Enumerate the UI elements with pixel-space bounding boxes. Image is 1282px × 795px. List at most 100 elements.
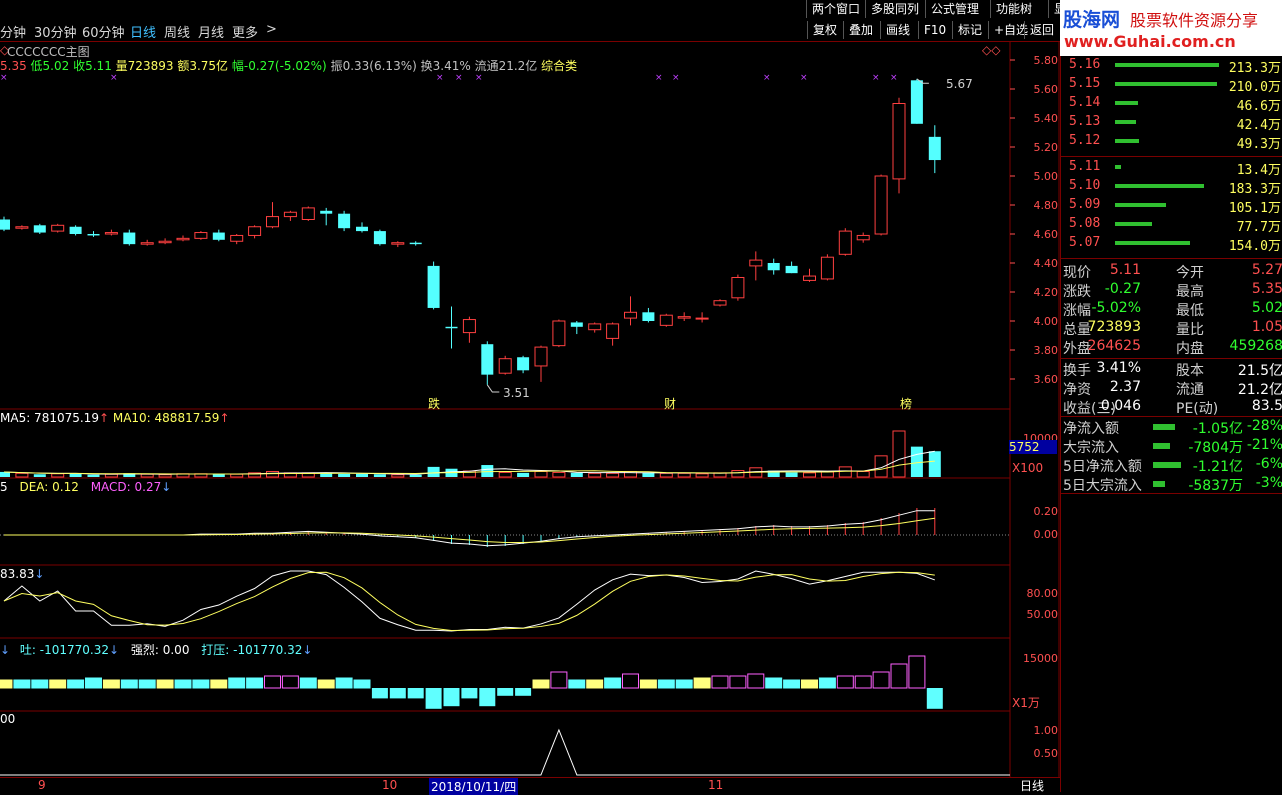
quote-value: 5.11: [1109, 262, 1141, 278]
ask-price: 5.14: [1069, 95, 1101, 110]
capital-flow-row[interactable]: 大宗流入 -7804万 -21%: [1061, 437, 1282, 456]
flow-value: -5837万: [1188, 478, 1243, 494]
candle-body-up: [176, 237, 190, 241]
restore-rights-button[interactable]: 复权: [807, 21, 842, 39]
ask-row[interactable]: 5.16 213.3万: [1061, 57, 1282, 76]
chevron-right-icon[interactable]: >: [266, 22, 277, 37]
signal-line: [0, 728, 1010, 776]
candle-body-up: [248, 226, 262, 236]
volume-bar-up: [15, 472, 29, 478]
quote-value: 5.35: [1251, 281, 1282, 297]
menu-multi-stock[interactable]: 多股同列: [865, 0, 925, 18]
candle-body-down: [910, 80, 923, 124]
candle-body-down: [517, 357, 530, 371]
candle-body-up: [552, 320, 566, 347]
info-amount: 额3.75亿: [177, 59, 229, 73]
y-tick: 5.00: [1033, 170, 1059, 183]
candle-body-up: [230, 234, 244, 242]
menu-two-windows[interactable]: 两个窗口: [806, 0, 866, 18]
quote-label: 涨幅: [1063, 303, 1091, 319]
bid-row[interactable]: 5.11 13.4万: [1061, 159, 1282, 178]
period-daily[interactable]: 日线: [130, 22, 156, 41]
volume-bar-up: [677, 472, 691, 478]
flow-bar: [407, 688, 424, 699]
quote-row: 外盘 264625 内盘 459268: [1061, 338, 1282, 357]
quote-label: 最低: [1176, 303, 1204, 319]
info-change: 幅-0.27(-5.02%): [231, 59, 327, 73]
quote-value: -0.27: [1104, 281, 1141, 297]
volume-bar-up: [803, 472, 816, 478]
ask-row[interactable]: 5.14 46.6万: [1061, 95, 1282, 114]
bid-row[interactable]: 5.07 154.0万: [1061, 235, 1282, 254]
candle-body-down: [373, 231, 386, 245]
event-marker-icon: ×: [455, 73, 463, 83]
period-weekly[interactable]: 周线: [164, 22, 190, 41]
flow-label: 净流入额: [1063, 421, 1119, 437]
period-min[interactable]: 分钟: [0, 22, 26, 41]
fundamental-value: 21.5亿: [1237, 363, 1282, 379]
ask-row[interactable]: 5.13 42.4万: [1061, 114, 1282, 133]
marker-drop[interactable]: 跌: [428, 395, 440, 412]
period-30min[interactable]: 30分钟: [34, 22, 77, 41]
candle-body-down: [356, 226, 368, 232]
bid-row[interactable]: 5.08 77.7万: [1061, 216, 1282, 235]
bid-row[interactable]: 5.09 105.1万: [1061, 197, 1282, 216]
bid-row[interactable]: 5.10 183.3万: [1061, 178, 1282, 197]
quote-row: 现价 5.11 今开 5.27: [1061, 262, 1282, 281]
quote-value: 723893: [1087, 319, 1141, 335]
flow-bar: [13, 679, 31, 689]
event-marker-icon: ×: [0, 73, 8, 83]
quote-value: 264625: [1087, 338, 1141, 354]
ask-price: 5.13: [1069, 114, 1101, 129]
period-more[interactable]: 更多: [232, 22, 258, 41]
volume-bar-up: [606, 472, 620, 478]
event-marker-icon: ×: [436, 73, 444, 83]
capital-flow-row[interactable]: 净流入额 -1.05亿 -28%: [1061, 418, 1282, 437]
menu-function-tree[interactable]: 功能树: [990, 0, 1038, 18]
candle-body-up: [534, 346, 548, 367]
capital-flow-row[interactable]: 5日净流入额 -1.21亿 -6%: [1061, 456, 1282, 475]
bid-price: 5.08: [1069, 216, 1101, 231]
fundamental-row: 净资 2.37 流通 21.2亿: [1061, 379, 1282, 398]
quote-label: 最高: [1176, 284, 1204, 300]
y-tick: 3.80: [1033, 344, 1059, 357]
candle-body-down: [427, 265, 440, 308]
ask-row[interactable]: 5.12 49.3万: [1061, 133, 1282, 152]
low-pointer: [486, 384, 500, 393]
signal-y-tick: 0.50: [1033, 747, 1059, 760]
fundamental-value: 83.5: [1251, 398, 1282, 414]
menu-formula-manager[interactable]: 公式管理: [925, 0, 985, 18]
ask-price: 5.16: [1069, 57, 1101, 72]
bid-volume-bar: [1115, 165, 1121, 169]
flow-bar: [156, 679, 174, 689]
quote-value: 459268: [1229, 338, 1282, 354]
macd-legend: 5 DEA: 0.12 MACD: 0.27↓: [0, 480, 172, 494]
volume-ma5-line: [3, 450, 935, 475]
flow-bar: [675, 679, 693, 689]
capital-flow-row[interactable]: 5日大宗流入 -5837万 -3%: [1061, 475, 1282, 494]
quote-row: 总量 723893 量比 1.05: [1061, 319, 1282, 338]
mark-button[interactable]: 标记: [952, 21, 987, 39]
marker-list[interactable]: 榜: [900, 395, 912, 412]
flow-bar: [335, 677, 353, 689]
ask-volume: 46.6万: [1236, 99, 1281, 114]
ask-row[interactable]: 5.15 210.0万: [1061, 76, 1282, 95]
period-indicator[interactable]: 日线: [1020, 777, 1044, 794]
overlay-button[interactable]: 叠加: [843, 21, 878, 39]
flow-value: -1.05亿: [1192, 421, 1243, 437]
draw-line-button[interactable]: 画线: [880, 21, 915, 39]
period-monthly[interactable]: 月线: [198, 22, 224, 41]
bid-price: 5.11: [1069, 159, 1101, 174]
volume-bar-up: [104, 473, 118, 478]
y-tick: 4.20: [1033, 286, 1059, 299]
back-button[interactable]: 返回: [1024, 21, 1059, 39]
f10-button[interactable]: F10: [918, 21, 951, 39]
x-label: 11: [708, 778, 724, 792]
bid-volume: 154.0万: [1228, 239, 1281, 254]
volume-bar-up: [498, 471, 512, 478]
marker-finance[interactable]: 财: [664, 395, 676, 412]
flow-bar: [264, 675, 281, 689]
period-60min[interactable]: 60分钟: [82, 22, 125, 41]
ask-volume-bar: [1115, 82, 1217, 86]
flow-bar: [210, 679, 228, 689]
